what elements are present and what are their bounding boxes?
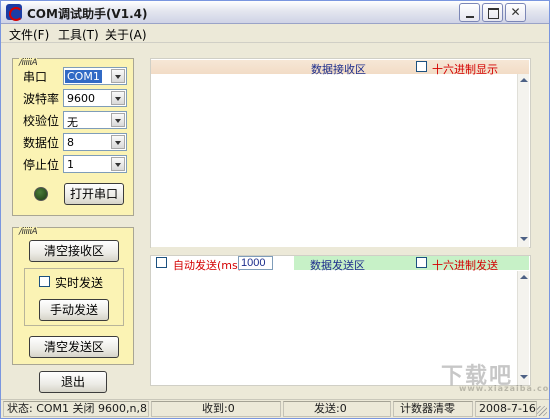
port-label: 串口 bbox=[23, 70, 48, 84]
receive-textarea[interactable] bbox=[152, 75, 516, 245]
chevron-down-icon[interactable] bbox=[111, 69, 125, 83]
chevron-down-icon[interactable] bbox=[111, 157, 125, 171]
send-actions-panel: /iiiiiA 清空接收区 实时发送 手动发送 清空发送区 bbox=[12, 227, 134, 365]
baud-label: 波特率 bbox=[23, 92, 60, 106]
menu-file[interactable]: 文件(F) bbox=[9, 26, 49, 43]
receive-hex-checkbox[interactable] bbox=[416, 61, 427, 72]
parity-select[interactable]: 无 bbox=[63, 111, 127, 129]
send-header-band: 数据发送区 十六进制发送 bbox=[294, 256, 529, 272]
realtime-send-checkbox[interactable] bbox=[39, 276, 50, 287]
baud-value: 9600 bbox=[67, 92, 95, 105]
port-value: COM1 bbox=[65, 70, 102, 83]
serial-settings-panel: /iiiiiA 串口 COM1 波特率 9600 校验位 无 数据位 8 停止位… bbox=[12, 58, 134, 216]
chevron-down-icon[interactable] bbox=[111, 113, 125, 127]
status-received: 收到:0 bbox=[151, 401, 281, 417]
app-window: COM调试助手(V1.4) ✕ 文件(F) 工具(T) 关于(A) /iiiii… bbox=[0, 0, 550, 419]
stopbits-select[interactable]: 1 bbox=[63, 155, 127, 173]
auto-send-checkbox[interactable] bbox=[156, 257, 167, 268]
clear-receive-button[interactable]: 清空接收区 bbox=[29, 240, 119, 262]
menu-bar: 文件(F) 工具(T) 关于(A) bbox=[1, 24, 549, 43]
window-title: COM调试助手(V1.4) bbox=[27, 7, 148, 21]
close-button[interactable]: ✕ bbox=[505, 3, 526, 22]
send-header: 自动发送(ms) 数据发送区 十六进制发送 bbox=[151, 256, 529, 272]
clear-counter-button[interactable]: 计数器清零 bbox=[393, 401, 473, 417]
send-hex-checkbox[interactable] bbox=[416, 257, 427, 268]
receive-scrollbar[interactable] bbox=[517, 74, 529, 247]
close-icon: ✕ bbox=[510, 5, 521, 19]
settings-group-tag: /iiiiiA bbox=[19, 58, 38, 68]
databits-value: 8 bbox=[67, 136, 74, 149]
realtime-send-group: 实时发送 手动发送 bbox=[24, 268, 124, 326]
status-bar: 状态: COM1 关闭 9600,n,8,1 收到:0 发送:0 计数器清零 2… bbox=[1, 399, 549, 418]
baud-select[interactable]: 9600 bbox=[63, 89, 127, 107]
open-port-button[interactable]: 打开串口 bbox=[64, 183, 124, 205]
actions-group-tag: /iiiiiA bbox=[19, 227, 38, 237]
menu-about[interactable]: 关于(A) bbox=[105, 26, 147, 43]
scroll-up-icon[interactable] bbox=[520, 78, 528, 82]
stopbits-label: 停止位 bbox=[23, 158, 60, 172]
watermark-url: www.xiazaiba.com bbox=[459, 384, 550, 393]
realtime-send-label: 实时发送 bbox=[55, 276, 104, 290]
send-title: 数据发送区 bbox=[310, 259, 365, 272]
auto-send-label: 自动发送(ms) bbox=[173, 259, 243, 272]
send-hex-label: 十六进制发送 bbox=[432, 259, 498, 272]
parity-value: 无 bbox=[67, 116, 78, 129]
splitter[interactable] bbox=[151, 247, 529, 255]
exit-button[interactable]: 退出 bbox=[39, 371, 107, 393]
app-c-logo-icon[interactable] bbox=[6, 4, 23, 21]
status-sent: 发送:0 bbox=[283, 401, 391, 417]
watermark: 下载吧 www.xiazaiba.com bbox=[421, 356, 550, 396]
clear-send-button[interactable]: 清空发送区 bbox=[29, 336, 119, 358]
scroll-up-icon[interactable] bbox=[520, 275, 528, 279]
auto-send-interval-input[interactable] bbox=[238, 256, 273, 270]
manual-send-button[interactable]: 手动发送 bbox=[39, 299, 109, 321]
minimize-button[interactable] bbox=[459, 3, 480, 22]
port-status-led bbox=[34, 187, 48, 201]
parity-label: 校验位 bbox=[23, 114, 60, 128]
chevron-down-icon[interactable] bbox=[111, 135, 125, 149]
databits-label: 数据位 bbox=[23, 136, 60, 150]
chevron-down-icon[interactable] bbox=[111, 91, 125, 105]
menu-tools[interactable]: 工具(T) bbox=[58, 26, 99, 43]
maximize-button[interactable] bbox=[482, 3, 503, 22]
status-date: 2008-7-16 bbox=[475, 401, 537, 417]
databits-select[interactable]: 8 bbox=[63, 133, 127, 151]
receive-header: 数据接收区 十六进制显示 bbox=[151, 60, 529, 76]
resize-grip-icon[interactable] bbox=[537, 406, 547, 416]
port-select[interactable]: COM1 bbox=[63, 67, 127, 85]
title-bar[interactable]: COM调试助手(V1.4) ✕ bbox=[1, 1, 549, 24]
scroll-down-icon[interactable] bbox=[520, 237, 528, 241]
stopbits-value: 1 bbox=[67, 158, 74, 171]
status-connection: 状态: COM1 关闭 9600,n,8,1 bbox=[3, 401, 149, 417]
